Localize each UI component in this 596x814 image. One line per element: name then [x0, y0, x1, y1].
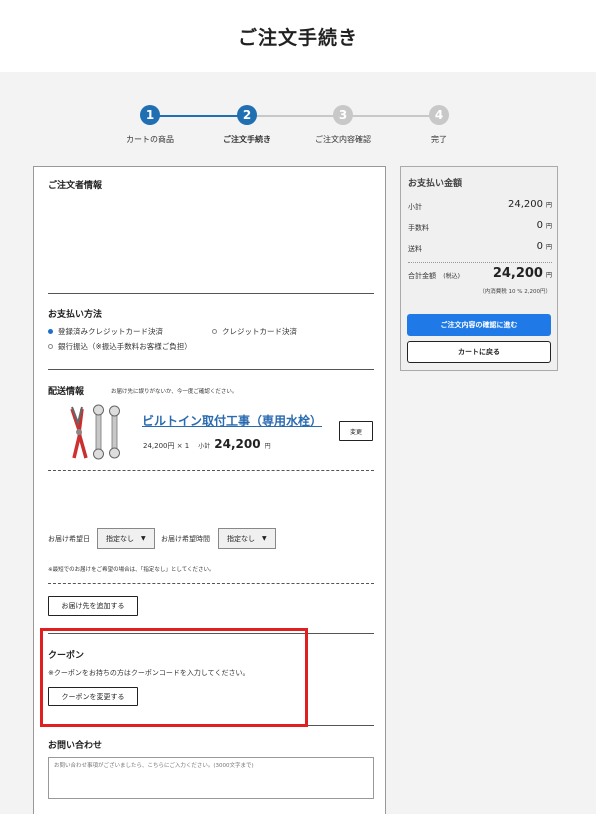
page-title: ご注文手続き [237, 26, 358, 49]
page-header: ご注文手続き [0, 0, 596, 72]
radio-selected-icon [48, 329, 53, 334]
summary-total-label: 合計金額 [408, 272, 436, 280]
wrench-icon [93, 404, 120, 460]
inquiry-textarea[interactable] [48, 757, 374, 799]
summary-tax-label: (税込) [443, 273, 460, 280]
payment-summary: お支払い金額 小計 24,200 円 手数料 0円 送料 0円 合計金額 (税込)… [400, 166, 558, 371]
summary-subtotal-value: 24,200 [507, 199, 543, 210]
step-confirm: 3 ご注文内容確認 [293, 105, 393, 145]
divider [48, 369, 374, 370]
summary-fee-row: 手数料 0円 [408, 220, 552, 232]
radio-icon [212, 329, 217, 334]
pliers-icon [70, 406, 88, 459]
payment-option-registered-card[interactable]: 登録済みクレジットカード決済 [48, 326, 163, 337]
shipping-note: お届け先に誤りがないか、今一度ご確認ください。 [111, 389, 238, 395]
step-label: ご注文内容確認 [315, 135, 371, 144]
delivery-date-label: お届け希望日 [48, 535, 90, 543]
coupon-highlight-box [40, 628, 308, 727]
step-number: 1 [140, 105, 160, 125]
unit-price: 24,200円 × 1 [143, 442, 190, 450]
dashed-divider [48, 470, 374, 471]
step-cart: 1 カートの商品 [100, 105, 200, 145]
dashed-divider [48, 583, 374, 584]
summary-shipping-label: 送料 [408, 245, 422, 253]
shipping-title: 配送情報 [48, 387, 85, 397]
change-address-button[interactable]: 変更 [339, 421, 373, 441]
yen-unit: 円 [264, 443, 271, 450]
step-number: 3 [333, 105, 353, 125]
summary-fee-label: 手数料 [408, 224, 429, 232]
add-address-button[interactable]: お届け先を追加する [48, 596, 138, 616]
delivery-date-select[interactable]: 指定なし ▼ [97, 528, 155, 549]
summary-tax-note: （内消費税 10 % 2,200円） [479, 289, 551, 295]
step-label: カートの商品 [126, 135, 174, 144]
summary-total-row: 合計金額 (税込) 24,200 円 [408, 266, 552, 281]
summary-title: お支払い金額 [408, 179, 463, 189]
delivery-time-select[interactable]: 指定なし ▼ [218, 528, 276, 549]
step-label: 完了 [431, 135, 447, 144]
product-image [70, 404, 120, 460]
confirm-order-button[interactable]: ご注文内容の確認に進む [407, 314, 551, 336]
delivery-time-label: お届け希望時間 [161, 535, 210, 543]
summary-shipping-value: 0 [536, 241, 543, 252]
chevron-down-icon: ▼ [141, 535, 146, 542]
summary-total-value: 24,200 [492, 266, 543, 281]
divider [48, 293, 374, 294]
step-number: 2 [237, 105, 257, 125]
inquiry-title: お問い合わせ [48, 741, 103, 751]
chevron-down-icon: ▼ [262, 535, 267, 542]
subtotal-value: 24,200 [214, 437, 261, 451]
orderer-title: ご注文者情報 [48, 181, 103, 191]
summary-subtotal-row: 小計 24,200 円 [408, 199, 552, 211]
summary-divider [408, 262, 552, 263]
summary-shipping-row: 送料 0円 [408, 241, 552, 253]
progress-steps: 1 カートの商品 2 ご注文手続き 3 ご注文内容確認 4 完了 [125, 105, 455, 150]
step-label: ご注文手続き [223, 135, 271, 144]
step-complete: 4 完了 [389, 105, 489, 145]
step-checkout: 2 ご注文手続き [197, 105, 297, 145]
payment-option-credit-card[interactable]: クレジットカード決済 [212, 326, 297, 337]
step-number: 4 [429, 105, 449, 125]
payment-title: お支払い方法 [48, 310, 103, 320]
summary-fee-value: 0 [536, 220, 543, 231]
radio-icon [48, 344, 53, 349]
product-price-line: 24,200円 × 1 小計 24,200 円 [143, 437, 271, 451]
product-name-link[interactable]: ビルトイン取付工事（専用水栓） [142, 412, 322, 429]
payment-option-bank-transfer[interactable]: 銀行振込（※振込手数料お客様ご負担） [48, 341, 192, 352]
delivery-note: ※最短でのお届けをご希望の場合は、「指定なし」としてください。 [48, 567, 215, 573]
summary-subtotal-label: 小計 [408, 203, 422, 211]
subtotal-label: 小計 [198, 443, 211, 450]
back-to-cart-button[interactable]: カートに戻る [407, 341, 551, 363]
